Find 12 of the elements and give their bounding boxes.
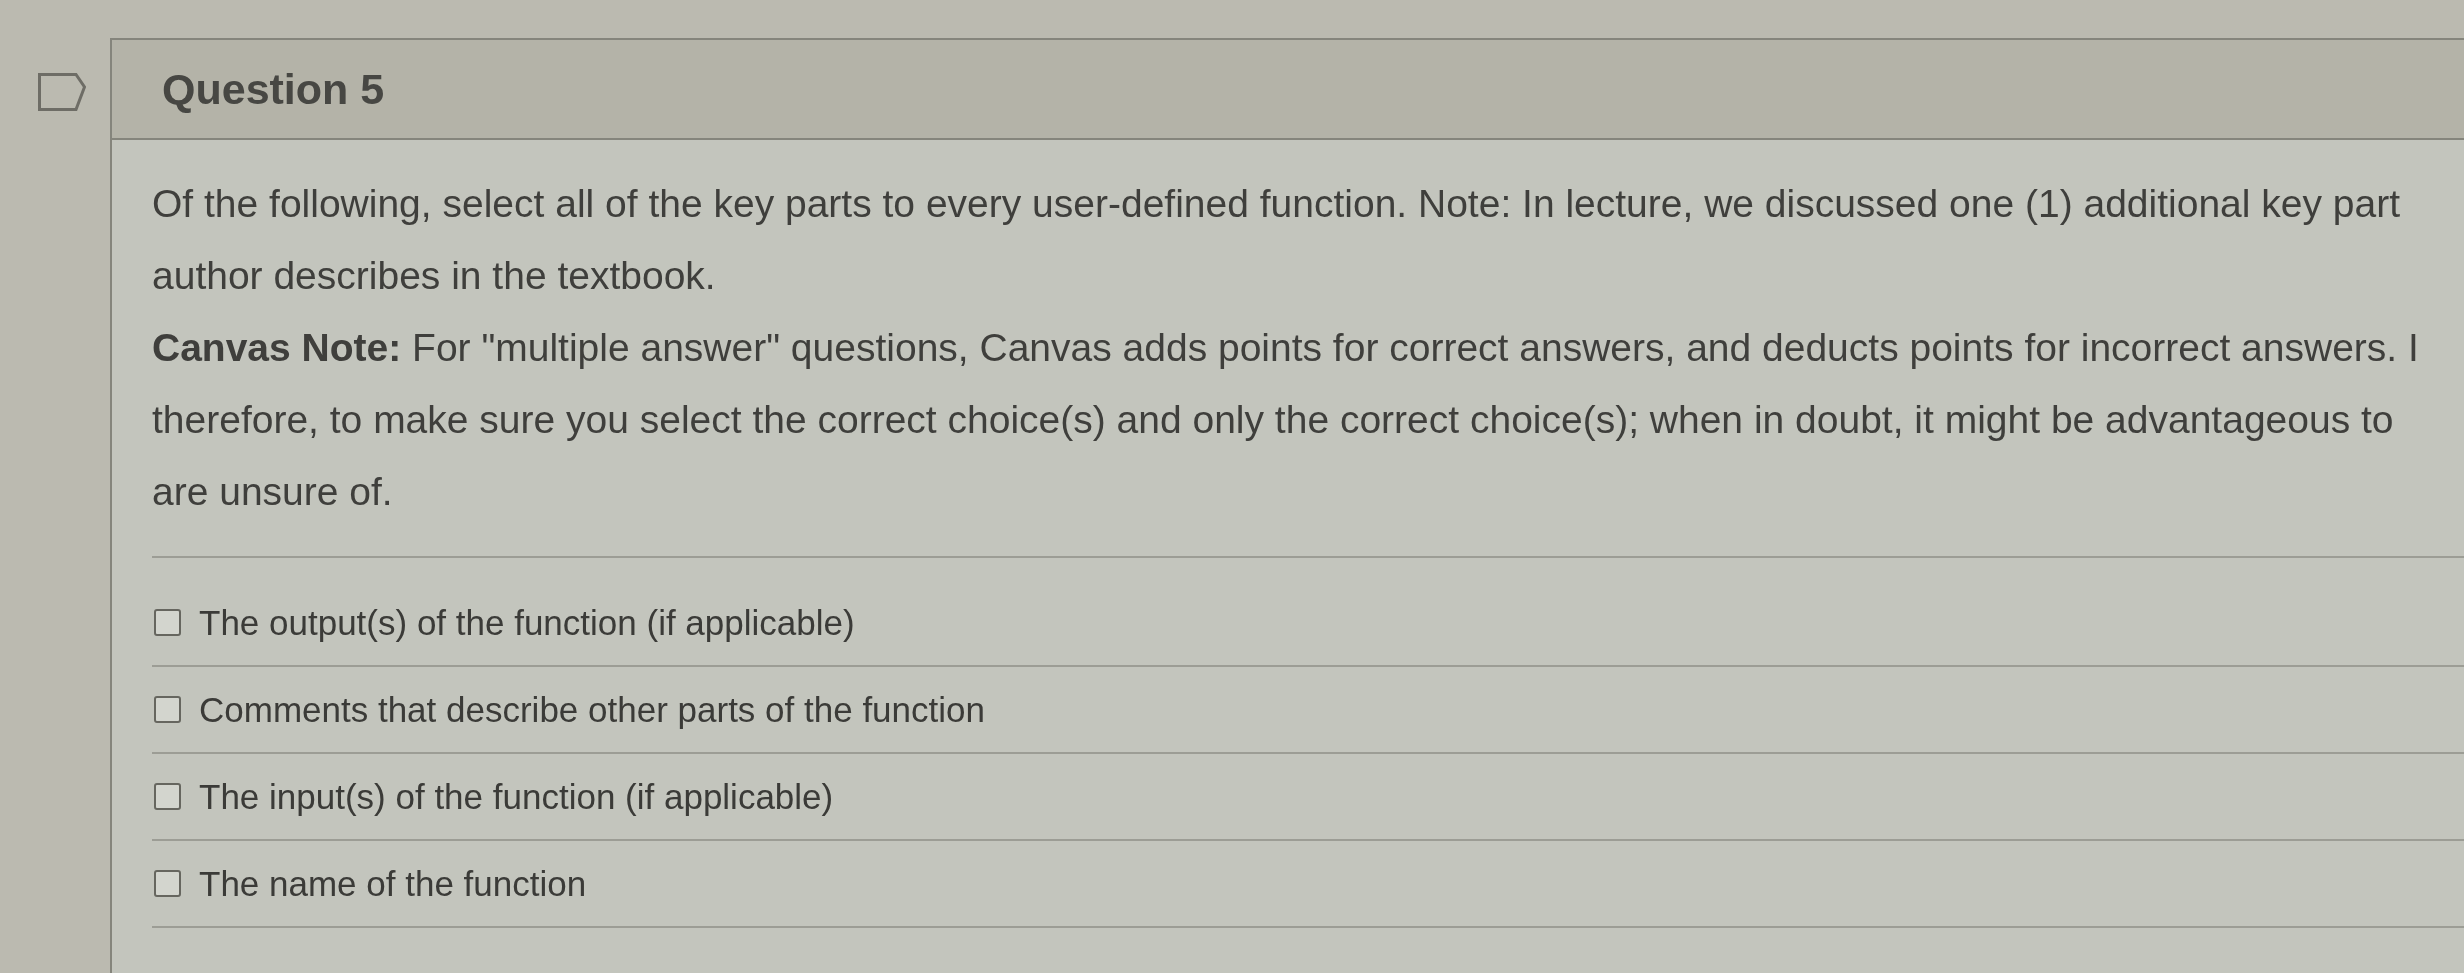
option-label: Comments that describe other parts of the function: [199, 689, 985, 730]
checkbox[interactable]: [154, 609, 181, 636]
option-label: The output(s) of the function (if applicable): [199, 602, 855, 643]
checkbox[interactable]: [154, 696, 181, 723]
checkbox[interactable]: [154, 783, 181, 810]
option-label: The input(s) of the function (if applicable): [199, 776, 834, 817]
canvas-note: Canvas Note: For "multiple answer" questions, Canvas adds points for correct answers, and deducts points for incorrect answers. I therefore, to make sure you select the correct choice(s) and only the correct choice(s); when in doubt, it might be advantageous to are unsure of.: [152, 325, 2420, 515]
question-title: Question 5: [162, 64, 385, 114]
option-label: The name of the function: [199, 863, 587, 904]
question-prompt: Of the following, select all of the key parts to every user-defined function. Note: In lecture, we discussed one (1) additional key part author describes in the textbook.: [152, 181, 2402, 299]
checkbox[interactable]: [154, 870, 181, 897]
flag-icon[interactable]: [38, 73, 86, 111]
